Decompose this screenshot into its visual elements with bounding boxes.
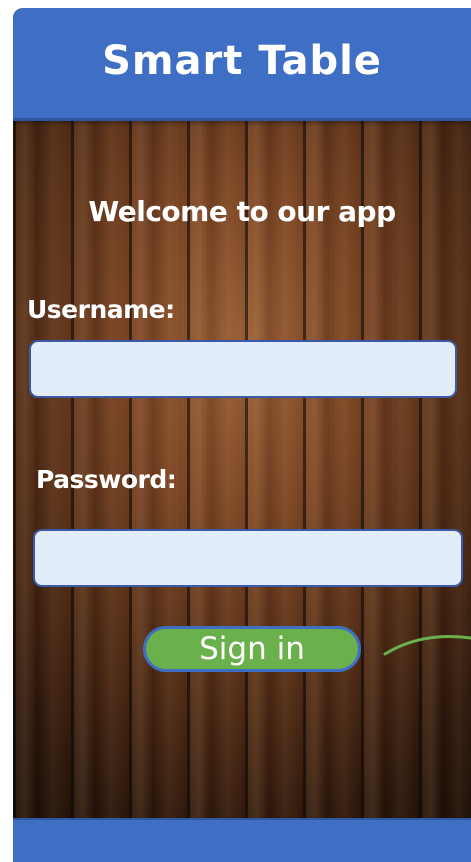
username-label: Username: — [27, 295, 175, 324]
annotation-arrow-icon — [383, 635, 471, 656]
wood-background — [13, 8, 471, 862]
app-header: Smart Table — [13, 8, 471, 121]
username-input[interactable] — [29, 340, 457, 398]
password-input[interactable] — [33, 529, 463, 587]
app-screen: Smart Table Welcome to our app Username:… — [13, 8, 471, 862]
app-footer — [13, 818, 471, 862]
welcome-text: Welcome to our app — [88, 195, 396, 228]
app-title: Smart Table — [102, 38, 382, 84]
sign-in-button[interactable]: Sign in — [143, 626, 361, 672]
password-label: Password: — [36, 465, 177, 494]
